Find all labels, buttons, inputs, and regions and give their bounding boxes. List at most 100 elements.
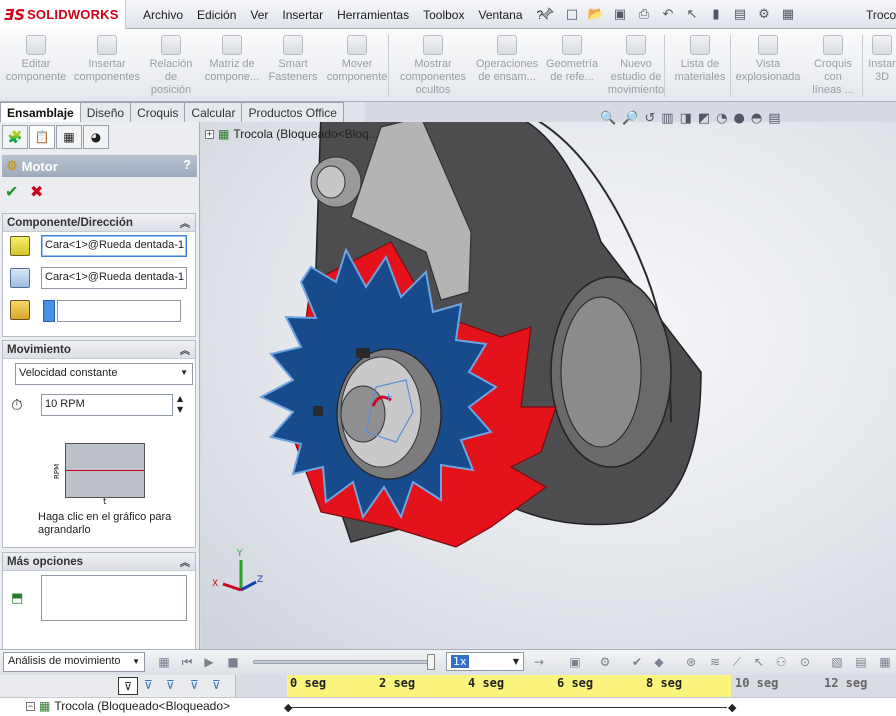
cmd-button-6[interactable]: Mostrar componentes ocultos bbox=[396, 35, 470, 101]
group-header[interactable]: Componente/Dirección ︽ bbox=[3, 214, 195, 232]
tab-croquis[interactable]: Croquis bbox=[130, 102, 186, 122]
save-icon[interactable]: ▣ bbox=[610, 6, 630, 24]
menu-archivo[interactable]: Archivo bbox=[136, 8, 190, 22]
play-from-start-icon[interactable]: ⏮ bbox=[178, 653, 196, 671]
save-animation-icon[interactable]: ▣ bbox=[566, 653, 584, 671]
cmd-button-11[interactable]: Vista explosionada bbox=[736, 35, 800, 101]
zoom-fit-icon[interactable]: 🔍 bbox=[600, 111, 616, 126]
chevron-down-icon[interactable]: ▼ bbox=[513, 657, 519, 666]
property-manager-tab-icon[interactable]: 📋 bbox=[29, 125, 55, 149]
collapse-chevron-icon[interactable]: ︽ bbox=[180, 554, 190, 569]
contact-icon[interactable]: ⚇ bbox=[772, 653, 790, 671]
playback-mode-icon[interactable]: → bbox=[530, 653, 548, 671]
help-icon[interactable]: ? bbox=[183, 157, 191, 172]
print-icon[interactable]: ⎙ bbox=[634, 6, 654, 24]
play-icon[interactable]: ▶ bbox=[200, 653, 218, 671]
menu-toolbox[interactable]: Toolbox bbox=[416, 8, 471, 22]
autokey-icon[interactable]: ✔ bbox=[628, 653, 646, 671]
motor-location-field[interactable]: Cara<1>@Rueda dentada-1 bbox=[41, 235, 187, 257]
open-folder-icon[interactable]: 📂 bbox=[586, 6, 606, 24]
motor-direction-field[interactable]: Cara<1>@Rueda dentada-1 bbox=[41, 267, 187, 289]
previous-view-icon[interactable]: ↺ bbox=[644, 111, 655, 126]
cmd-button-8[interactable]: Geometría de refe... bbox=[544, 35, 600, 101]
menu-ventana[interactable]: Ventana bbox=[471, 8, 529, 22]
tab-calcular[interactable]: Calcular bbox=[184, 102, 243, 122]
menu-edicion[interactable]: Edición bbox=[190, 8, 243, 22]
zoom-area-icon[interactable]: 🔎 bbox=[622, 111, 638, 126]
speed-input[interactable]: 10 RPM bbox=[41, 394, 173, 416]
menu-ver[interactable]: Ver bbox=[243, 8, 275, 22]
stop-icon[interactable]: ■ bbox=[224, 653, 242, 671]
add-key-icon[interactable]: ◆ bbox=[650, 653, 668, 671]
color-swatch[interactable] bbox=[43, 300, 55, 322]
graphics-viewport[interactable]: + Y Z X bbox=[201, 122, 896, 649]
filter-results-icon[interactable]: ⊽ bbox=[190, 678, 199, 692]
playback-slider[interactable] bbox=[253, 654, 435, 670]
cmd-button-13[interactable]: Instar 3D bbox=[862, 35, 896, 101]
speed-spinner-icon[interactable]: ▲ ▼ bbox=[177, 393, 183, 415]
direction-icon[interactable] bbox=[10, 268, 30, 288]
force-icon[interactable]: ↖ bbox=[750, 653, 768, 671]
config-manager-tab-icon[interactable]: ▦ bbox=[56, 125, 82, 149]
cmd-button-1[interactable]: Insertar componentes bbox=[72, 35, 142, 101]
calculate-icon[interactable]: ▦ bbox=[155, 653, 173, 671]
study-properties-icon[interactable]: ▤ bbox=[852, 653, 870, 671]
cmd-button-2[interactable]: Relación de posición bbox=[146, 35, 196, 101]
feature-tree-tab-icon[interactable]: 🧩 bbox=[2, 125, 28, 149]
pin-icon[interactable] bbox=[540, 7, 554, 21]
motor-tool-icon[interactable]: ⊛ bbox=[682, 653, 700, 671]
new-document-icon[interactable]: □ bbox=[562, 6, 582, 24]
scene-icon[interactable]: ◓ bbox=[751, 111, 762, 126]
cmd-button-5[interactable]: Mover componente bbox=[324, 35, 390, 101]
menu-insertar[interactable]: Insertar bbox=[275, 8, 330, 22]
file-properties-icon[interactable]: ▤ bbox=[730, 6, 750, 24]
cmd-button-0[interactable]: Editar componente bbox=[4, 35, 68, 101]
feature-tree-flyout[interactable]: + ▦ Trocola (Bloqueado<Bloq... bbox=[205, 127, 379, 141]
undo-icon[interactable]: ↶ bbox=[658, 6, 678, 24]
key-point-end-icon[interactable]: ◆ bbox=[728, 701, 736, 714]
more-options-list[interactable] bbox=[41, 575, 187, 621]
motion-profile-graph[interactable] bbox=[65, 443, 145, 498]
results-icon[interactable]: ▧ bbox=[828, 653, 846, 671]
filter-all-icon[interactable]: ⊽ bbox=[212, 678, 221, 692]
menu-herramientas[interactable]: Herramientas bbox=[330, 8, 416, 22]
view-orientation-icon[interactable]: ◨ bbox=[680, 111, 692, 126]
ok-check-icon[interactable]: ✔ bbox=[5, 182, 18, 201]
motion-type-select[interactable]: Velocidad constante ▼ bbox=[15, 363, 193, 385]
app-logo[interactable]: ƎS SOLIDWORKS bbox=[0, 0, 126, 29]
view-settings-icon[interactable]: ▤ bbox=[768, 111, 780, 126]
collapse-minus-icon[interactable]: − bbox=[26, 701, 35, 711]
tab-ensamblaje[interactable]: Ensamblaje bbox=[0, 102, 81, 122]
animation-wizard-icon[interactable]: ⚙ bbox=[596, 653, 614, 671]
filter-selected-icon[interactable]: ⊽ bbox=[166, 678, 175, 692]
layout-icon[interactable]: ▦ bbox=[778, 6, 798, 24]
options-gear-icon[interactable]: ⚙ bbox=[754, 6, 774, 24]
expand-plus-icon[interactable]: + bbox=[205, 129, 214, 139]
tab-diseno[interactable]: Diseño bbox=[79, 102, 132, 122]
hide-show-icon[interactable]: ◔ bbox=[716, 111, 727, 126]
group-header[interactable]: Movimiento ︽ bbox=[3, 341, 195, 359]
filter-animated-icon[interactable]: ⊽ bbox=[118, 677, 138, 695]
appearance-tab-icon[interactable]: ◕ bbox=[83, 125, 109, 149]
gravity-icon[interactable]: ⊙ bbox=[796, 653, 814, 671]
component-to-move-field[interactable] bbox=[57, 300, 181, 322]
rebuild-icon[interactable]: ▮ bbox=[706, 6, 726, 24]
playback-speed-select[interactable]: 1x ▼ bbox=[446, 652, 524, 671]
select-arrow-icon[interactable]: ↖ bbox=[682, 6, 702, 24]
collapse-chevron-icon[interactable]: ︽ bbox=[180, 342, 190, 357]
group-header[interactable]: Más opciones ︽ bbox=[3, 553, 195, 571]
section-view-icon[interactable]: ▥ bbox=[661, 111, 673, 126]
cmd-button-3[interactable]: Matriz de compone... bbox=[202, 35, 262, 101]
slider-thumb[interactable] bbox=[427, 654, 435, 670]
filter-driving-icon[interactable]: ⊽ bbox=[144, 678, 153, 692]
tab-productos-office[interactable]: Productos Office bbox=[241, 102, 344, 122]
appearance-icon[interactable]: ● bbox=[734, 111, 745, 126]
collapse-chevron-icon[interactable]: ︽ bbox=[180, 215, 190, 230]
display-style-icon[interactable]: ◩ bbox=[698, 111, 710, 126]
damper-icon[interactable]: ⟋ bbox=[728, 653, 746, 671]
chevron-down-icon[interactable]: ▼ bbox=[180, 368, 188, 377]
cmd-button-12[interactable]: Croquis con líneas ... bbox=[808, 35, 858, 101]
cmd-button-10[interactable]: Lista de materiales bbox=[672, 35, 728, 101]
chevron-down-icon[interactable]: ▼ bbox=[132, 657, 140, 666]
collapse-manager-icon[interactable]: ▦ bbox=[876, 653, 894, 671]
